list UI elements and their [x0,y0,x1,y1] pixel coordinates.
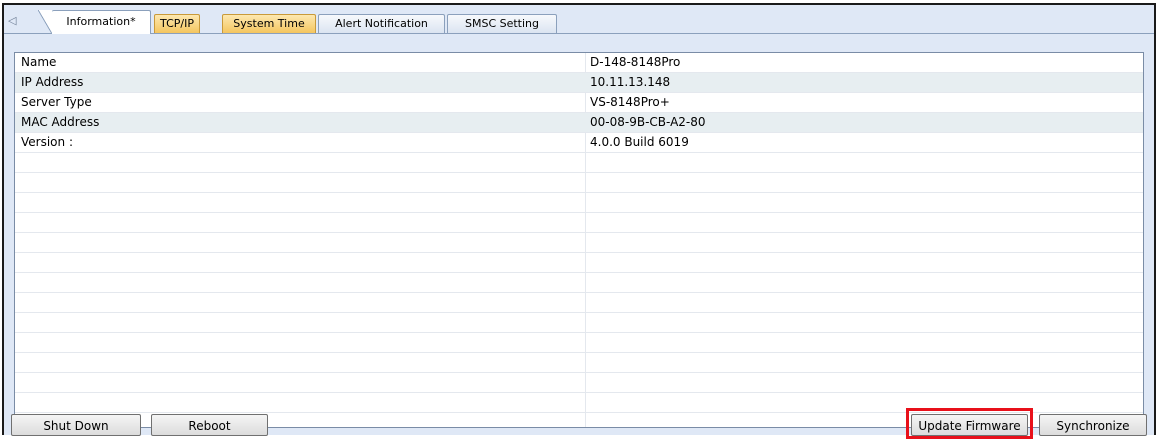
empty-row [15,213,1143,233]
empty-row [15,233,1143,253]
empty-row [15,273,1143,293]
tab-tcp-ip[interactable]: TCP/IP [154,14,200,33]
row-value: VS-8148Pro+ [590,95,670,109]
empty-row [15,373,1143,393]
main-panel: ◁ Information* TCP/IP System Time Alert … [2,3,1156,435]
empty-row [15,173,1143,193]
tab-scroll-left-icon[interactable]: ◁ [8,14,20,28]
row-value: 00-08-9B-CB-A2-80 [590,115,706,129]
empty-row [15,193,1143,213]
tab-information[interactable]: Information* [38,10,151,34]
information-content: Name D-148-8148Pro IP Address 10.11.13.1… [4,33,1154,435]
tab-strip: ◁ Information* TCP/IP System Time Alert … [4,5,1154,34]
row-value: 10.11.13.148 [590,75,671,89]
row-value: D-148-8148Pro [590,55,681,69]
reboot-button[interactable]: Reboot [151,414,268,436]
row-name: Server Type [21,95,92,109]
table-row[interactable]: Version : 4.0.0 Build 6019 [15,133,1143,153]
row-value: 4.0.0 Build 6019 [590,135,689,149]
shut-down-button[interactable]: Shut Down [11,414,141,436]
row-name: MAC Address [21,115,100,129]
table-row[interactable]: MAC Address 00-08-9B-CB-A2-80 [15,113,1143,133]
info-grid: Name D-148-8148Pro IP Address 10.11.13.1… [14,52,1144,428]
empty-row [15,353,1143,373]
row-name: Name [21,55,57,69]
table-row[interactable]: Server Type VS-8148Pro+ [15,93,1143,113]
empty-row [15,293,1143,313]
synchronize-button[interactable]: Synchronize [1039,414,1147,436]
empty-row [15,333,1143,353]
tab-alert-notification[interactable]: Alert Notification [318,14,445,33]
empty-row [15,253,1143,273]
row-name: IP Address [21,75,84,89]
tab-smsc-setting[interactable]: SMSC Setting [447,14,557,33]
table-row[interactable]: IP Address 10.11.13.148 [15,73,1143,93]
empty-row [15,313,1143,333]
update-firmware-highlight [906,408,1033,439]
empty-row [15,153,1143,173]
row-name: Version : [21,135,73,149]
table-row[interactable]: Name D-148-8148Pro [15,53,1143,73]
tab-system-time[interactable]: System Time [222,14,316,33]
